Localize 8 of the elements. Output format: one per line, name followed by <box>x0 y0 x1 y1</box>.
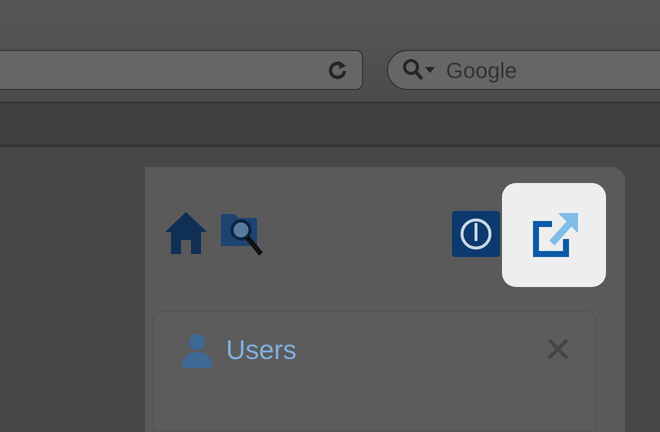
home-icon[interactable] <box>163 210 209 256</box>
user-icon <box>180 332 214 368</box>
power-icon[interactable] <box>452 211 500 257</box>
search-icon[interactable] <box>402 58 438 82</box>
address-field[interactable] <box>0 50 363 90</box>
reload-icon[interactable] <box>328 59 348 81</box>
external-link-icon[interactable] <box>530 211 578 257</box>
panel-title: Users <box>226 336 297 364</box>
